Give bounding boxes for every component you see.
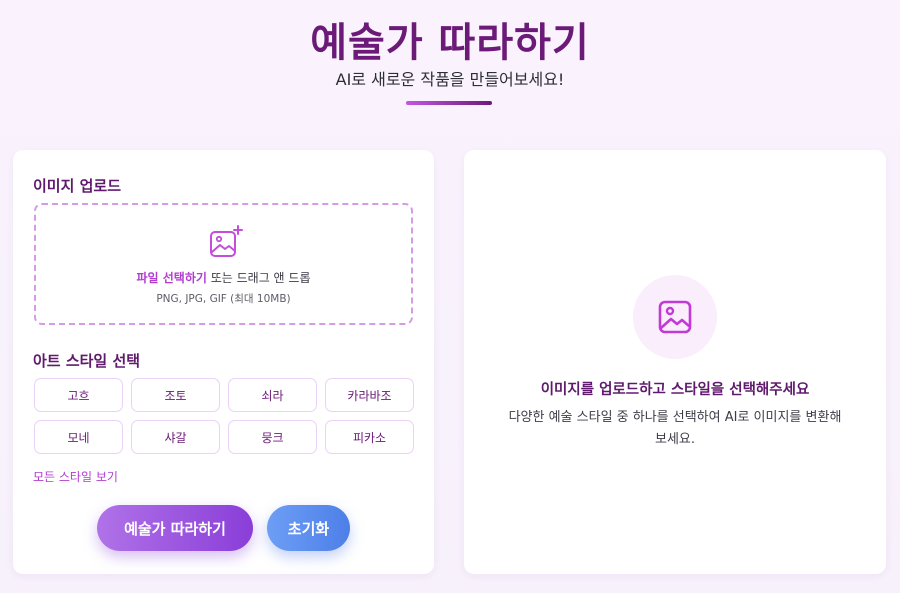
style-button-chagall[interactable]: 샤갈	[131, 420, 220, 454]
transform-button[interactable]: 예술가 따라하기	[97, 505, 253, 551]
style-button-gogh[interactable]: 고흐	[34, 378, 123, 412]
image-plus-icon	[210, 225, 243, 257]
reset-button[interactable]: 초기화	[267, 505, 350, 551]
preview-empty-title: 이미지를 업로드하고 스타일을 선택해주세요	[540, 382, 810, 398]
style-button-monet[interactable]: 모네	[34, 420, 123, 454]
drag-drop-text: 또는 드래그 앤 드롭	[206, 271, 311, 285]
style-button-giotto[interactable]: 조토	[131, 378, 220, 412]
preview-icon-badge	[633, 275, 717, 359]
dropzone-prompt: 파일 선택하기 또는 드래그 앤 드롭	[36, 269, 411, 286]
style-button-munch[interactable]: 뭉크	[228, 420, 317, 454]
style-section-title: 아트 스타일 선택	[33, 352, 141, 370]
upload-section-title: 이미지 업로드	[33, 177, 122, 195]
page-title: 예술가 따라하기	[310, 20, 590, 66]
file-format-hint: PNG, JPG, GIF (최대 10MB)	[156, 293, 291, 305]
style-button-seurat[interactable]: 쇠라	[228, 378, 317, 412]
title-divider	[406, 101, 492, 105]
preview-panel: 이미지를 업로드하고 스타일을 선택해주세요 다양한 예술 스타일 중 하나를 …	[464, 150, 886, 574]
select-file-link[interactable]: 파일 선택하기	[136, 271, 206, 285]
preview-empty-description: 다양한 예술 스타일 중 하나를 선택하여 AI로 이미지를 변환해보세요.	[508, 410, 842, 447]
image-icon	[658, 300, 692, 334]
image-dropzone[interactable]: 파일 선택하기 또는 드래그 앤 드롭 PNG, JPG, GIF (최대 10…	[34, 203, 413, 325]
style-grid: 고흐 조토 쇠라 카라바조 모네 샤갈 뭉크 피카소	[34, 378, 414, 454]
page: 예술가 따라하기 AI로 새로운 작품을 만들어보세요! 이미지 업로드 파일 …	[0, 0, 900, 593]
see-all-styles-link[interactable]: 모든 스타일 보기	[33, 468, 118, 485]
page-subtitle: AI로 새로운 작품을 만들어보세요!	[335, 70, 565, 89]
style-button-caravaggio[interactable]: 카라바조	[325, 378, 414, 412]
style-button-picasso[interactable]: 피카소	[325, 420, 414, 454]
controls-panel: 이미지 업로드 파일 선택하기 또는 드래그 앤 드롭 PNG, JPG, GI…	[13, 150, 434, 574]
